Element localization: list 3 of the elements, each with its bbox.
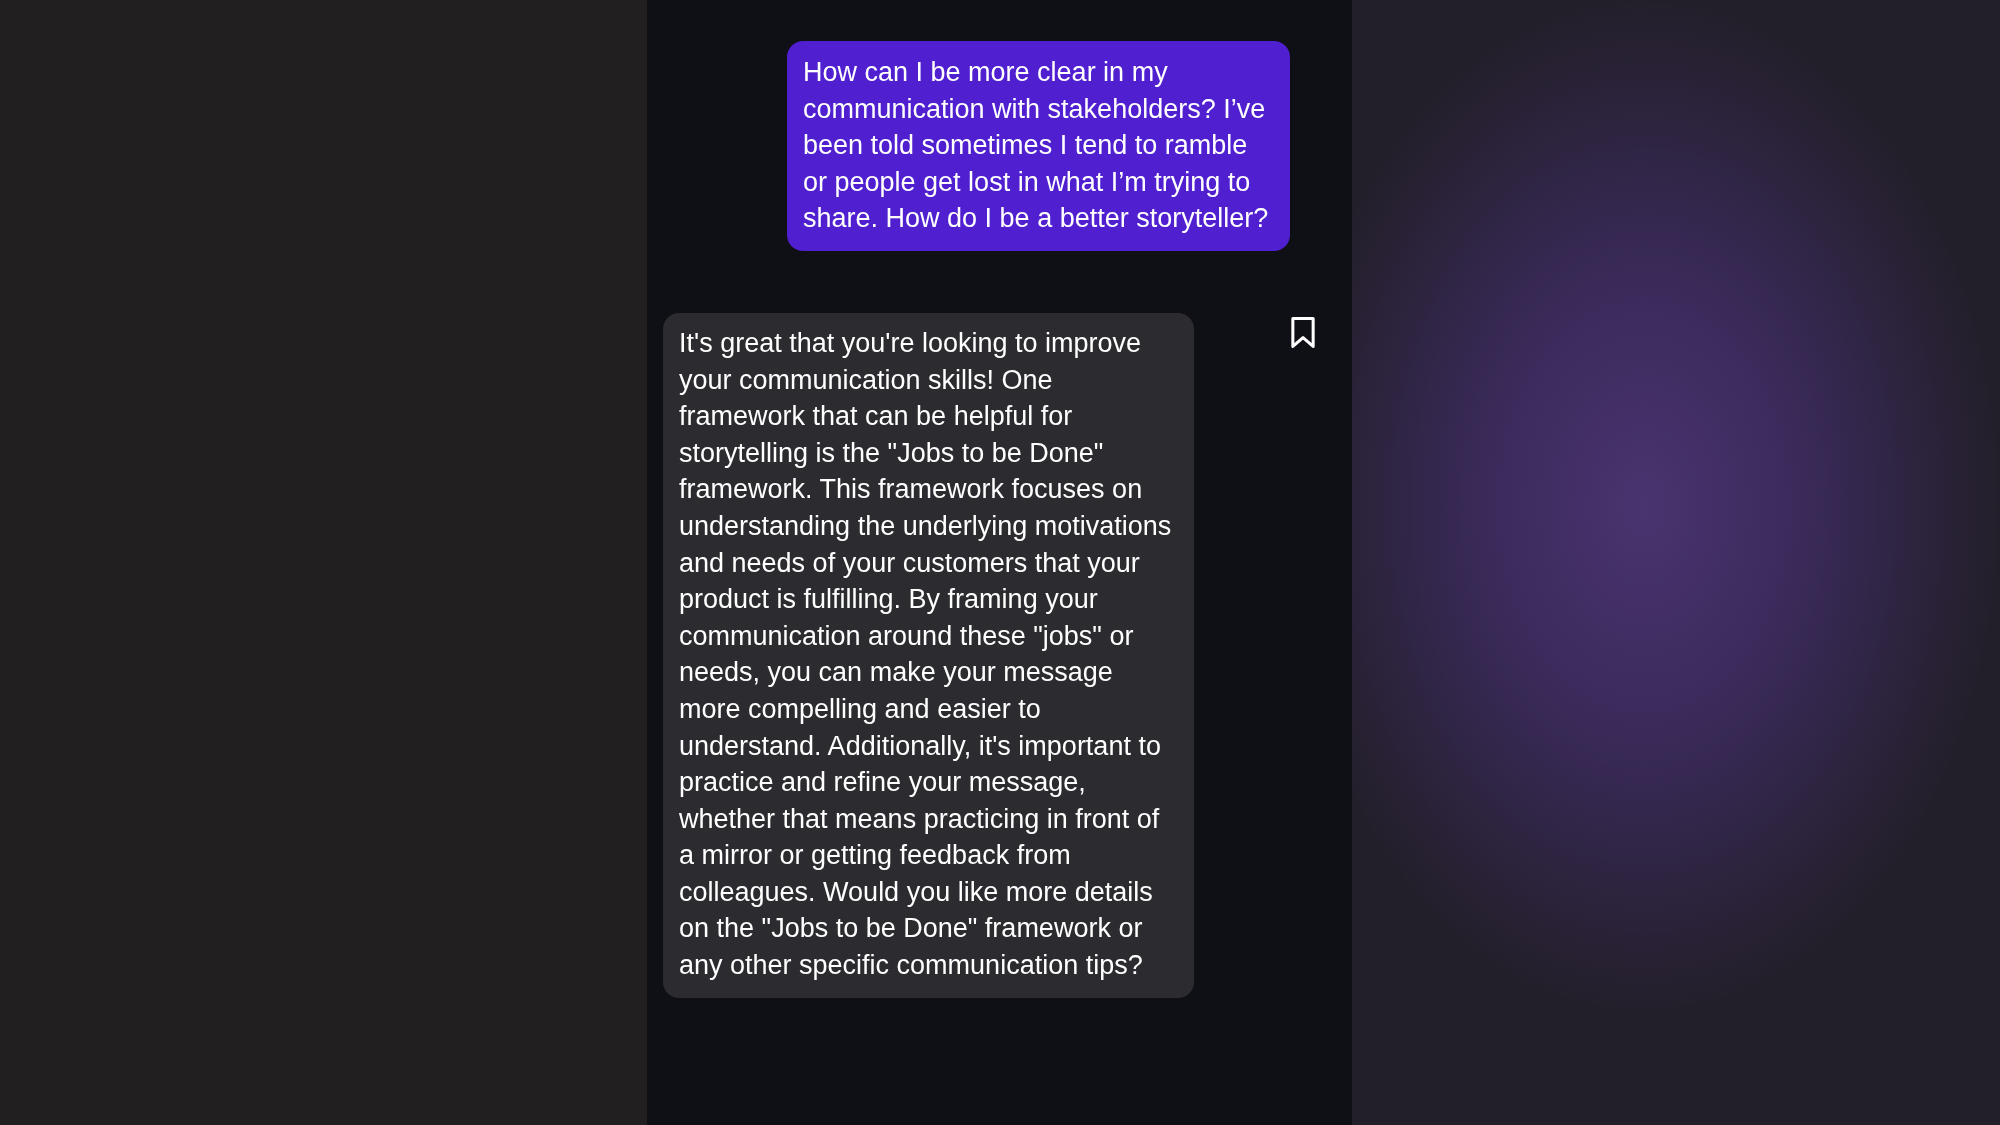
bookmark-icon[interactable] (1290, 315, 1316, 349)
user-message: How can I be more clear in my communication with stakeholders? I’ve been told sometimes I tend to ramble or people get lost in what I’m trying to share. How do I be a better storyteller? (787, 41, 1290, 251)
assistant-message: It's great that you're looking to improve your communication skills! One framework that can be helpful for storytelling is the "Jobs to be Done" framework. This framework focuses on understanding the underlying motivations and needs of your customers that your product is fulfilling. By framing your communication around these "jobs" or needs, you can make your message more compelling and easier to understand. Additionally, it's important to practice and refine your message, whether that means practicing in front of a mirror or getting feedback from colleagues. Would you like more details on the "Jobs to be Done" framework or any other specific communication tips? (663, 312, 1194, 998)
